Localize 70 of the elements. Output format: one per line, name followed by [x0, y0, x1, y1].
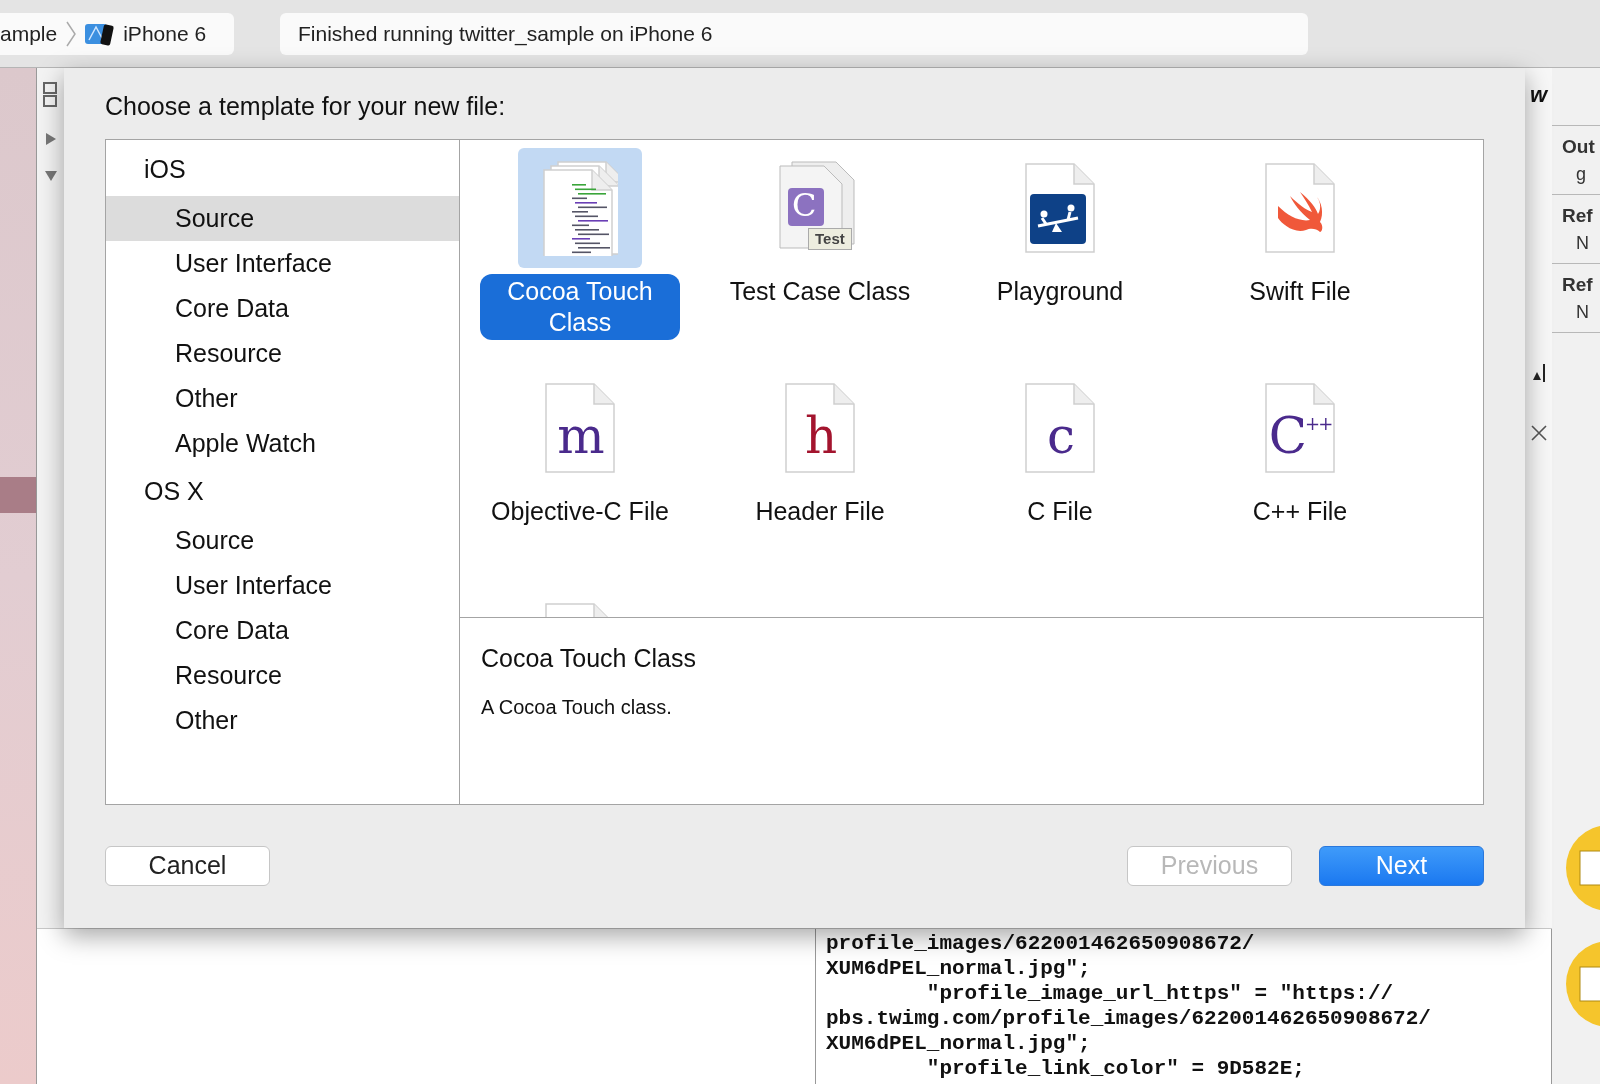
toolbar-label: w: [1529, 84, 1548, 106]
chevron-icon: [65, 20, 78, 47]
template-label[interactable]: Playground: [980, 274, 1140, 309]
section-value: N: [1575, 301, 1590, 324]
scheme-selector[interactable]: ample iPhone 6: [0, 12, 234, 55]
sheet-title: Choose a template for your new file:: [105, 91, 507, 122]
template-label[interactable]: C++ File: [1236, 494, 1364, 529]
section-value: g: [1575, 163, 1587, 186]
console-line: "profile_link_color" = 9D582E;: [925, 1056, 1306, 1081]
breadcrumb-item[interactable]: iPhone 6: [123, 17, 207, 50]
file-icon-glyph: C$^{++}$: [1268, 412, 1332, 460]
font-size-icon[interactable]: [1530, 362, 1547, 384]
console-line: profile_images/622001462650908672/: [826, 931, 1256, 956]
template-description: A Cocoa Touch class.: [481, 694, 673, 720]
template-label[interactable]: Cocoa Touch Class: [480, 274, 680, 340]
category-header: iOS: [143, 154, 187, 186]
document-icon: [544, 382, 616, 474]
category-item[interactable]: Source: [106, 518, 459, 563]
template-label[interactable]: Header File: [739, 494, 901, 529]
template-tile[interactable]: [518, 148, 642, 268]
category-item[interactable]: Resource: [106, 653, 459, 698]
category-item[interactable]: Source: [106, 196, 459, 241]
grid-icon[interactable]: [42, 82, 59, 108]
disclosure-triangle-icon[interactable]: [44, 132, 57, 146]
playground-icon: [1024, 162, 1096, 254]
selected-row: [0, 477, 36, 513]
category-item[interactable]: Other: [106, 698, 459, 743]
category-item[interactable]: Core Data: [106, 286, 459, 331]
object-library-icon: [1566, 941, 1600, 1027]
category-item[interactable]: User Interface: [106, 563, 459, 608]
category-item[interactable]: Resource: [106, 331, 459, 376]
test-badge: Test: [808, 228, 852, 250]
file-icon-glyph: h: [804, 412, 836, 460]
template-label[interactable]: Swift File: [1233, 274, 1367, 309]
document-icon: [784, 382, 856, 474]
category-item[interactable]: Core Data: [106, 608, 459, 653]
swift-icon: [1264, 162, 1336, 254]
template-label[interactable]: Test Case Class: [713, 274, 927, 309]
console-line: pbs.twimg.com/profile_images/622001462650908672/: [826, 1006, 1432, 1031]
document-stack-icon: [542, 160, 618, 256]
console-line: XUM6dPEL_normal.jpg";: [826, 956, 1092, 981]
status-text: Finished running twitter_sample on iPhone 6: [298, 20, 713, 48]
category-item[interactable]: Apple Watch: [106, 421, 459, 466]
template-tile[interactable]: m: [518, 368, 642, 488]
template-name: Cocoa Touch Class: [481, 643, 697, 674]
template-tile[interactable]: c: [998, 368, 1122, 488]
category-header: OS X: [143, 476, 205, 508]
section-title: Ref: [1562, 204, 1594, 228]
document-icon: [1264, 382, 1336, 474]
section-value: N: [1575, 232, 1590, 255]
template-label[interactable]: Objective-C File: [475, 494, 685, 529]
console-line: "profile_image_url_https" = "https://: [925, 981, 1395, 1006]
template-tile[interactable]: C$^{++}$: [1238, 368, 1362, 488]
file-icon-glyph: m: [557, 412, 603, 460]
breadcrumb-item[interactable]: ample: [0, 17, 58, 50]
test-icon-glyph: C: [792, 189, 817, 221]
category-item[interactable]: Other: [106, 376, 459, 421]
category-item[interactable]: User Interface: [106, 241, 459, 286]
template-tile[interactable]: C Test: [758, 148, 882, 268]
disclosure-triangle-icon[interactable]: [43, 170, 58, 182]
template-tile[interactable]: h: [758, 368, 882, 488]
section-title: Out: [1562, 135, 1596, 159]
section-title: Ref: [1562, 273, 1594, 297]
cancel-button[interactable]: Cancel: [105, 846, 270, 886]
object-library-icon: [1566, 825, 1600, 911]
console-line: XUM6dPEL_normal.jpg";: [826, 1031, 1092, 1056]
file-icon-glyph: c: [1047, 412, 1073, 460]
document-icon: [1024, 382, 1096, 474]
close-icon[interactable]: [1529, 424, 1548, 442]
template-label[interactable]: C File: [1011, 494, 1109, 529]
